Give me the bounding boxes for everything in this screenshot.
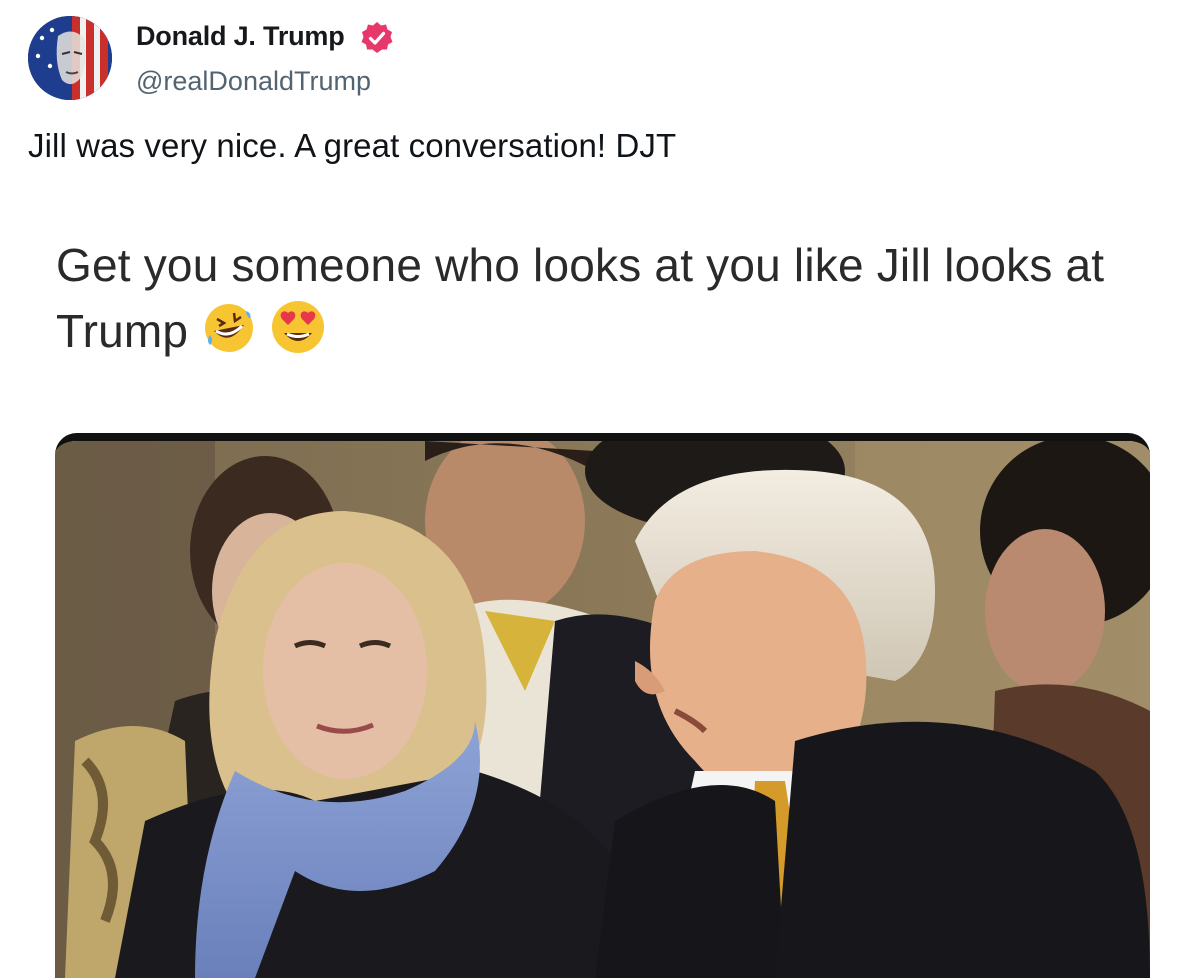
post-text: Jill was very nice. A great conversation… xyxy=(28,127,677,164)
meme-photo xyxy=(55,433,1150,978)
avatar[interactable] xyxy=(28,16,112,100)
meme-caption: Get you someone who looks at you like Ji… xyxy=(56,232,1156,372)
meme-image[interactable]: Get you someone who looks at you like Ji… xyxy=(0,190,1200,978)
display-name[interactable]: Donald J. Trump xyxy=(136,21,345,52)
verified-badge-icon xyxy=(360,21,394,55)
rolling-on-floor-laughing-emoji-icon xyxy=(202,301,256,372)
handle[interactable]: @realDonaldTrump xyxy=(136,66,371,97)
heart-eyes-emoji-icon xyxy=(270,299,326,372)
